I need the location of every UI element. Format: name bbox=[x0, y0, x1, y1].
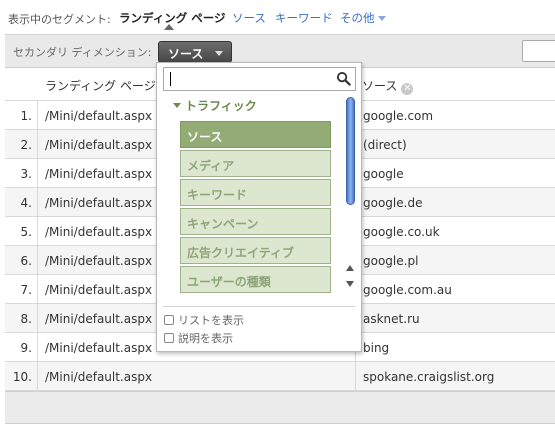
landing-page-link[interactable]: /Mini/default.aspx bbox=[45, 312, 152, 326]
segment-link-more[interactable]: その他 bbox=[340, 10, 386, 26]
active-segment-caret-icon bbox=[164, 24, 174, 30]
segment-bar: 表示中のセグメント: ランディング ページ ソース キーワード その他 bbox=[0, 0, 555, 34]
dimension-group-traffic[interactable]: トラフィック bbox=[173, 97, 257, 114]
secondary-dimension-button[interactable]: ソース bbox=[158, 41, 232, 63]
scrollbar-thumb[interactable] bbox=[346, 97, 355, 205]
dimension-dropdown: トラフィック ソース メディア キーワード キャンペーン 広告クリエイティブ ユーザーの種… bbox=[156, 62, 362, 352]
dimension-option[interactable]: 広告クリエイティブ bbox=[180, 237, 331, 264]
row-number: 6. bbox=[5, 246, 38, 275]
dimension-option[interactable]: ユーザーの種類 bbox=[180, 266, 331, 293]
dimension-list: トラフィック ソース メディア キーワード キャンペーン 広告クリエイティブ ユーザーの種… bbox=[157, 63, 363, 296]
dimension-option[interactable]: メディア bbox=[180, 150, 331, 177]
source-link[interactable]: spokane.craigslist.org bbox=[355, 362, 555, 391]
landing-page-link[interactable]: /Mini/default.aspx bbox=[45, 283, 152, 297]
secondary-dimension-label: セカンダリ ディメンション: bbox=[13, 46, 152, 59]
source-link[interactable]: google.com.au bbox=[355, 275, 555, 304]
source-link[interactable]: (direct) bbox=[355, 130, 555, 159]
source-link[interactable]: google.de bbox=[355, 188, 555, 217]
dimension-option[interactable]: キャンペーン bbox=[180, 208, 331, 235]
checkbox-icon[interactable] bbox=[164, 333, 174, 343]
scroll-down-arrow-icon[interactable] bbox=[346, 281, 354, 287]
landing-page-link[interactable]: /Mini/default.aspx bbox=[45, 254, 152, 268]
landing-page-link[interactable]: /Mini/default.aspx bbox=[45, 341, 152, 355]
dimension-group-label: トラフィック bbox=[185, 99, 257, 113]
column-header-landing-page[interactable]: ランディング ページ bbox=[45, 77, 156, 94]
source-link[interactable]: bing bbox=[355, 333, 555, 362]
source-link[interactable]: google bbox=[355, 159, 555, 188]
segment-link-more-label: その他 bbox=[340, 11, 375, 25]
row-number: 2. bbox=[5, 130, 38, 159]
row-number: 7. bbox=[5, 275, 38, 304]
table-footer bbox=[5, 391, 555, 424]
row-number: 3. bbox=[5, 159, 38, 188]
row-number: 9. bbox=[5, 333, 38, 362]
chevron-down-icon bbox=[215, 51, 223, 56]
source-link[interactable]: google.co.uk bbox=[355, 217, 555, 246]
expand-triangle-icon bbox=[173, 103, 181, 108]
landing-page-link[interactable]: /Mini/default.aspx bbox=[45, 167, 152, 181]
scroll-up-arrow-icon[interactable] bbox=[346, 265, 354, 271]
show-list-checkbox[interactable]: リストを表示 bbox=[164, 312, 244, 328]
column-header-source: ソース ✕ bbox=[362, 77, 414, 95]
segment-link-keyword[interactable]: キーワード bbox=[275, 10, 333, 26]
segment-link-source[interactable]: ソース bbox=[232, 10, 266, 26]
row-number: 8. bbox=[5, 304, 38, 333]
secondary-dimension-button-label: ソース bbox=[168, 47, 204, 61]
landing-page-link[interactable]: /Mini/default.aspx bbox=[45, 196, 152, 210]
row-number: 1. bbox=[5, 101, 38, 130]
row-number: 4. bbox=[5, 188, 38, 217]
landing-page-link[interactable]: /Mini/default.aspx bbox=[45, 370, 152, 384]
landing-page-link[interactable]: /Mini/default.aspx bbox=[45, 225, 152, 239]
chevron-down-icon bbox=[377, 16, 386, 21]
row-number: 10. bbox=[5, 362, 38, 391]
table-search-input[interactable] bbox=[522, 40, 555, 62]
checkbox-icon[interactable] bbox=[164, 315, 174, 325]
show-list-label: リストを表示 bbox=[178, 314, 244, 327]
landing-page-link[interactable]: /Mini/default.aspx bbox=[45, 138, 152, 152]
column-header-source-label[interactable]: ソース bbox=[362, 79, 397, 93]
row-number: 5. bbox=[5, 217, 38, 246]
source-link[interactable]: asknet.ru bbox=[355, 304, 555, 333]
dimension-option[interactable]: ソース bbox=[180, 121, 331, 148]
landing-page-link[interactable]: /Mini/default.aspx bbox=[45, 109, 152, 123]
table-row: 10. /Mini/default.aspx spokane.craigslist.… bbox=[5, 362, 555, 391]
dropdown-divider bbox=[163, 306, 355, 307]
dimension-option[interactable]: キーワード bbox=[180, 179, 331, 206]
dropdown-scrollbar[interactable] bbox=[344, 97, 358, 297]
show-description-label: 説明を表示 bbox=[178, 332, 233, 345]
show-description-checkbox[interactable]: 説明を表示 bbox=[164, 330, 233, 346]
source-link[interactable]: google.pl bbox=[355, 246, 555, 275]
remove-dimension-icon[interactable]: ✕ bbox=[401, 83, 414, 95]
segment-prefix-label: 表示中のセグメント: bbox=[8, 13, 111, 26]
source-link[interactable]: google.com bbox=[355, 101, 555, 130]
